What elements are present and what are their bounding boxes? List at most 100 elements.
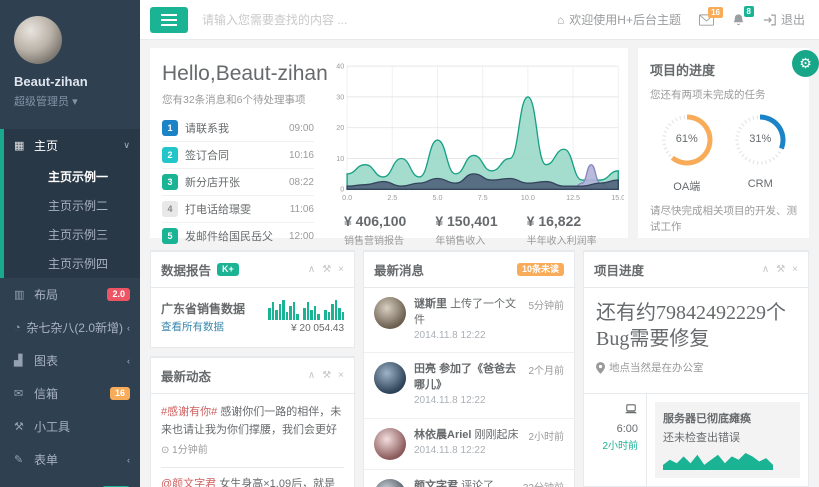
collapse-icon[interactable]: ∧: [308, 265, 315, 275]
wrench-icon[interactable]: ⚒: [776, 265, 785, 275]
message-row[interactable]: 谜斯里 上传了一个文件2014.11.8 12:22 5分钟前: [364, 288, 574, 353]
sidebar-subitem-home-3[interactable]: 主页示例三: [4, 220, 140, 249]
collapse-icon[interactable]: ∧: [308, 371, 315, 381]
hello-subtitle: 您有32条消息和6个待处理事项: [162, 92, 314, 107]
caret-down-icon: ▾: [72, 96, 78, 108]
sidebar-item-forms[interactable]: ✎ 表单 ‹: [0, 443, 140, 476]
user-role-dropdown[interactable]: 超级管理员 ▾: [14, 93, 126, 109]
collapse-icon[interactable]: ∧: [762, 265, 769, 275]
svg-text:2.5: 2.5: [387, 194, 397, 202]
todo-list: 1请联系我09:00 2签订合同10:16 3新分店开张08:22 4打电话给璟…: [162, 115, 314, 249]
activity-post: @颜文字君 女生身高×1.09后，就是最适合你的男生身高；相反，男生是÷1.09…: [161, 476, 344, 487]
close-icon[interactable]: ×: [792, 265, 798, 275]
logout-button[interactable]: 退出: [763, 11, 805, 28]
stat-item: ¥ 150,401年销售收入: [435, 213, 526, 247]
donut-oa: 61% OA端: [659, 112, 715, 194]
tools-icon: ⚒: [14, 420, 34, 433]
k-plus-badge: K+: [217, 263, 239, 276]
sidebar-item-widgets[interactable]: ⚒ 小工具: [0, 410, 140, 443]
svg-text:40: 40: [336, 63, 344, 71]
sidebar-item-mailbox[interactable]: ✉ 信箱 16: [0, 377, 140, 410]
hello-card: Hello,Beaut-zihan 您有32条消息和6个待处理事项 1请联系我0…: [150, 48, 628, 238]
messages-list: 谜斯里 上传了一个文件2014.11.8 12:22 5分钟前 田亮 参加了《爸…: [364, 288, 574, 487]
notifications-menu[interactable]: 8: [732, 13, 745, 27]
sales-chart-box: 0.02.55.07.510.012.515.0010203040 ¥ 406,…: [326, 52, 630, 234]
sidebar-item-charts[interactable]: ▟ 图表 ‹: [0, 344, 140, 377]
envelope-icon: ✉: [14, 387, 34, 400]
search-input[interactable]: [202, 13, 557, 27]
mail-menu[interactable]: 16: [699, 14, 714, 26]
bottom-row: 数据报告 K+ ∧ ⚒ × 广东省销售数据 查看所有数据 ¥ 20 054.43: [150, 250, 809, 487]
version-badge: 2.0: [107, 288, 130, 301]
sidebar-subitem-home-1[interactable]: 主页示例一: [4, 162, 140, 191]
stat-item: ¥ 406,100销售营销报告: [344, 213, 435, 247]
panel-title: 数据报告: [161, 260, 211, 279]
todo-item[interactable]: 2签订合同10:16: [162, 142, 314, 169]
todo-item[interactable]: 1请联系我09:00: [162, 115, 314, 142]
server-sparkline: [663, 450, 773, 470]
laptop-icon: [624, 404, 638, 415]
mail-count-badge: 16: [708, 7, 723, 18]
panel-title: 项目进度: [594, 260, 644, 279]
todo-number-badge: 1: [162, 120, 178, 136]
clock-icon: ◔: [14, 322, 26, 334]
top-navbar: ⌂ 欢迎使用H+后台主题 16 8 退出: [140, 0, 819, 40]
sidebar-toggle-button[interactable]: [150, 7, 188, 33]
panel-title: 最新消息: [374, 260, 424, 279]
report-value: ¥ 20 054.43: [268, 323, 344, 334]
panel-title: 最新动态: [161, 366, 211, 385]
avatar: [374, 428, 406, 460]
todo-number-badge: 2: [162, 147, 178, 163]
todo-number-badge: 4: [162, 201, 178, 217]
edit-icon: ✎: [14, 453, 34, 466]
sidebar-item-misc[interactable]: ◔ 杂七杂八(2.0新增) ‹: [0, 311, 140, 344]
wrench-icon[interactable]: ⚒: [322, 265, 331, 275]
map-marker-icon: [596, 362, 605, 374]
sidebar-subitem-home-4[interactable]: 主页示例四: [4, 249, 140, 278]
sales-area-chart: 0.02.55.07.510.012.515.0010203040: [328, 60, 624, 204]
panel-tools: ∧ ⚒ ×: [762, 265, 798, 275]
panel-project-progress: 项目进度 ∧ ⚒ × 还有约79842492229个Bug需要修复 地点当然是在…: [583, 250, 809, 487]
sidebar-active-group: ▦ 主页 ∨ 主页示例一 主页示例二 主页示例三 主页示例四: [0, 129, 140, 278]
wrench-icon[interactable]: ⚒: [322, 371, 331, 381]
avatar[interactable]: [14, 16, 62, 64]
mention-link[interactable]: @颜文字君: [161, 478, 216, 487]
sales-stats: ¥ 406,100销售营销报告 ¥ 150,401年销售收入 ¥ 16,822半…: [328, 209, 624, 247]
sidebar-subitem-home-2[interactable]: 主页示例二: [4, 191, 140, 220]
stat-item: ¥ 16,822半年收入利润率: [527, 213, 618, 247]
notification-count-badge: 8: [744, 6, 754, 17]
bug-headline: 还有约79842492229个Bug需要修复: [596, 300, 796, 352]
svg-text:15.0: 15.0: [611, 194, 624, 202]
clock-icon: ⊙: [161, 445, 169, 456]
theme-settings-button[interactable]: ⚙: [792, 50, 819, 77]
todo-item[interactable]: 3新分店开张08:22: [162, 169, 314, 196]
unread-badge: 10条未读: [517, 263, 564, 276]
message-row[interactable]: 田亮 参加了《爸爸去哪儿》2014.11.8 12:22 2个月前: [364, 353, 574, 418]
panel-latest-messages: 最新消息 10条未读 谜斯里 上传了一个文件2014.11.8 12:22 5分…: [363, 250, 575, 487]
view-all-data-link[interactable]: 查看所有数据: [161, 321, 224, 333]
topic-link[interactable]: #感谢有你#: [161, 406, 217, 418]
project-progress-card: 项目的进度 您还有两项未完成的任务 61% OA端 31% CRM 请尽快完成相…: [638, 48, 809, 238]
svg-text:7.5: 7.5: [478, 194, 488, 202]
sign-out-icon: [763, 14, 776, 26]
user-role-label: 超级管理员: [14, 96, 69, 108]
todo-item[interactable]: 5发邮件给国民岳父12:00: [162, 223, 314, 249]
close-icon[interactable]: ×: [338, 265, 344, 275]
chevron-left-icon: ‹: [127, 323, 130, 333]
bar-chart-icon: ▟: [14, 354, 34, 367]
sidebar-item-layout[interactable]: ▥ 布局 2.0: [0, 278, 140, 311]
close-icon[interactable]: ×: [338, 371, 344, 381]
sidebar-item-pages[interactable]: ▢ 页面 推荐: [0, 476, 140, 487]
message-row[interactable]: 颜文字君 评论了 2014.11.8 12:22 【九部令人拍案叫绝的惊悚悬疑剧…: [364, 470, 574, 487]
message-row[interactable]: 林依晨Ariel 刚刚起床2014.11.8 12:22 2小时前: [364, 419, 574, 470]
card-title: 项目的进度: [650, 60, 797, 79]
welcome-link[interactable]: ⌂ 欢迎使用H+后台主题: [557, 11, 681, 28]
panel-tools: ∧ ⚒ ×: [308, 371, 344, 381]
report-item-title: 广东省销售数据: [161, 300, 268, 317]
donut-charts: 61% OA端 31% CRM: [650, 112, 797, 194]
main-content: ⚙ Hello,Beaut-zihan 您有32条消息和6个待处理事项 1请联系…: [140, 40, 819, 487]
todo-item[interactable]: 4打电话给璟雯11:06: [162, 196, 314, 223]
sidebar-menu: ▦ 主页 ∨ 主页示例一 主页示例二 主页示例三 主页示例四 ▥ 布局 2.0 …: [0, 129, 140, 487]
sidebar-item-home[interactable]: ▦ 主页 ∨: [4, 129, 140, 162]
top-row: Hello,Beaut-zihan 您有32条消息和6个待处理事项 1请联系我0…: [150, 48, 809, 238]
